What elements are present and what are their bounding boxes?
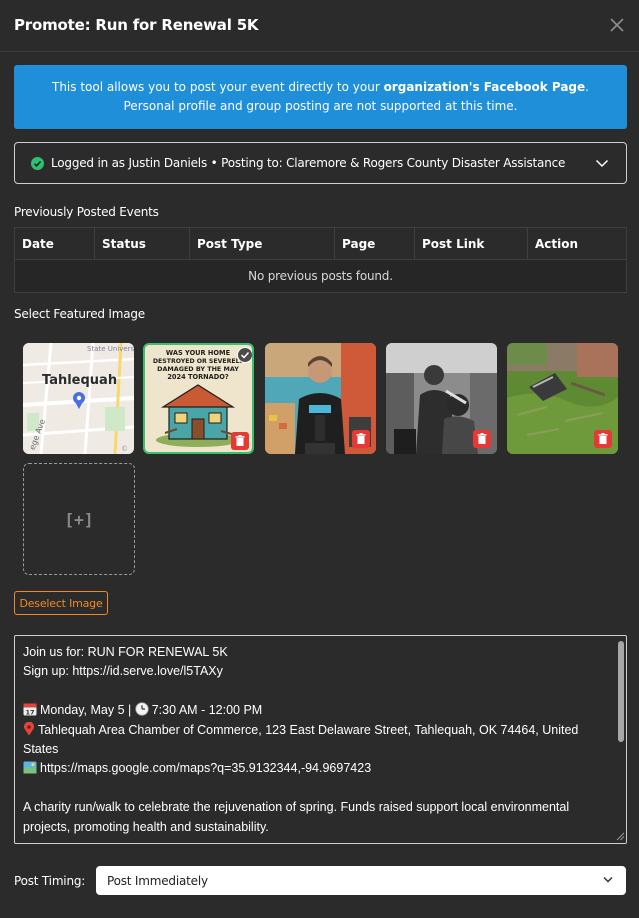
post-time: 7:30 AM - 12:00 PM [151, 703, 263, 718]
post-location-line2: States [23, 741, 59, 756]
account-status-text: Logged in as Justin Daniels • Posting to… [51, 156, 566, 170]
post-text-content: Join us for: RUN FOR RENEWAL 5K Sign up:… [23, 643, 611, 837]
chevron-down-icon [595, 159, 609, 168]
add-image-label: [+] [64, 510, 94, 529]
delete-image-button[interactable] [594, 430, 612, 448]
map-corner-label: State Univers [87, 345, 134, 353]
image-option-debris-photo[interactable] [507, 343, 618, 454]
post-line-location: Tahlequah Area Chamber of Commerce, 123 … [23, 721, 611, 740]
location-pin-icon [24, 721, 34, 736]
deselect-image-button[interactable]: Deselect Image [14, 591, 108, 615]
modal-header: Promote: Run for Renewal 5K [0, 0, 639, 52]
trash-icon [235, 435, 245, 446]
poster-line-4: 2024 TORNADO? [167, 373, 229, 381]
post-location-line1: Tahlequah Area Chamber of Commerce, 123 … [38, 722, 579, 737]
poster-line-3: DAMAGED BY THE MAY [157, 365, 239, 373]
featured-image-label: Select Featured Image [14, 307, 145, 321]
column-header-post-link: Post Link [415, 228, 528, 260]
modal-title: Promote: Run for Renewal 5K [14, 16, 259, 34]
post-timing-label: Post Timing: [14, 874, 86, 888]
chevron-down-icon [603, 876, 613, 883]
column-header-page: Page [335, 228, 415, 260]
info-banner: This tool allows you to post your event … [14, 65, 627, 129]
delete-image-button[interactable] [473, 430, 491, 448]
post-text-scroll-thumb[interactable] [618, 641, 624, 742]
post-timing-value: Post Immediately [107, 874, 208, 888]
poster-line-2: DESTROYED OR SEVERELY [153, 358, 244, 365]
selected-check-icon [237, 347, 252, 363]
table-header: Date Status Post Type Page Post Link Act… [15, 228, 626, 260]
poster-line-1: WAS YOUR HOME [166, 349, 231, 357]
post-maps-link: https://maps.google.com/maps?q=35.913234… [40, 761, 372, 776]
image-option-tornado-poster[interactable]: WAS YOUR HOME DESTROYED OR SEVERELY DAMA… [143, 343, 254, 454]
check-circle-icon [31, 157, 44, 170]
map-icon [23, 761, 37, 774]
previous-posts-label: Previously Posted Events [14, 205, 159, 219]
resize-handle-icon[interactable] [615, 831, 625, 841]
map-town-label: Tahlequah [42, 373, 117, 388]
column-header-status: Status [95, 228, 190, 260]
post-line-signup: Sign up: https://id.serve.love/l5TAXy [23, 664, 223, 679]
image-option-barber-photo[interactable] [386, 343, 497, 454]
post-line-datetime: 17 Monday, May 5 | 7:30 AM - 12:00 PM [23, 701, 611, 720]
close-icon [610, 18, 624, 32]
column-header-post-type: Post Type [190, 228, 335, 260]
clock-icon [135, 702, 149, 716]
column-header-action: Action [535, 237, 579, 251]
delete-image-button[interactable] [352, 430, 370, 448]
promote-modal: Promote: Run for Renewal 5K This tool al… [0, 0, 639, 918]
post-date: Monday, May 5 | [40, 703, 135, 718]
post-line-maps: https://maps.google.com/maps?q=35.913234… [23, 759, 611, 778]
calendar-icon: 17 [23, 703, 37, 717]
trash-icon [477, 433, 487, 444]
delete-image-button[interactable] [231, 432, 249, 450]
add-image-button[interactable]: [+] [23, 463, 135, 575]
post-line-title: Join us for: RUN FOR RENEWAL 5K [23, 645, 228, 659]
map-attribution: © [121, 445, 128, 453]
post-description-line1: A charity run/walk to celebrate the reju… [23, 800, 570, 815]
column-header-date: Date [15, 228, 95, 260]
svg-text:17: 17 [25, 709, 34, 717]
trash-icon [598, 433, 608, 444]
image-option-map[interactable]: State Univers Tahlequah ege Ave © [23, 343, 134, 454]
map-image: State Univers Tahlequah ege Ave © [23, 343, 134, 454]
banner-bold-text: organization's Facebook Page [383, 80, 586, 94]
info-banner-text: This tool allows you to post your event … [51, 80, 589, 113]
post-description-line2: projects, promoting health and sustainab… [23, 819, 269, 834]
close-button[interactable] [606, 14, 628, 36]
image-option-woman-photo[interactable] [265, 343, 376, 454]
previous-posts-table: Date Status Post Type Page Post Link Act… [14, 227, 627, 293]
post-timing-select[interactable]: Post Immediately [96, 866, 626, 895]
account-dropdown[interactable]: Logged in as Justin Daniels • Posting to… [14, 142, 627, 184]
table-empty-row: No previous posts found. [248, 269, 393, 283]
post-text-area[interactable]: Join us for: RUN FOR RENEWAL 5K Sign up:… [14, 635, 627, 844]
trash-icon [356, 433, 366, 444]
